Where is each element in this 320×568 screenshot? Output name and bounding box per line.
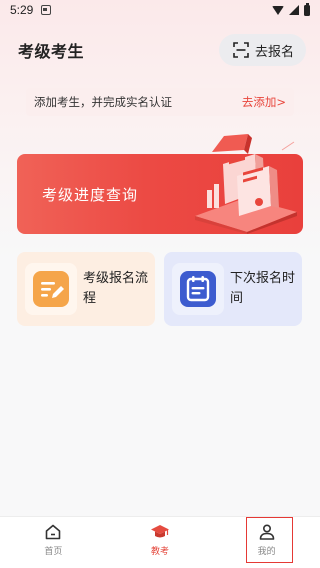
battery-icon — [304, 2, 310, 16]
calendar-icon — [180, 271, 216, 307]
register-button-label: 去报名 — [254, 44, 294, 60]
bottom-tab-bar: 首页 教考 我的 — [0, 516, 320, 568]
card-icon-container — [25, 263, 77, 315]
graduation-cap-icon — [151, 525, 169, 538]
notification-icon — [41, 5, 52, 15]
signal-icon — [289, 5, 299, 15]
header: 考级考生 去报名 — [0, 32, 320, 68]
wifi-icon — [272, 5, 284, 15]
register-button[interactable]: 去报名 — [218, 34, 306, 66]
status-bar: 5:29 — [0, 0, 320, 20]
tab-label: 首页 — [44, 547, 63, 557]
status-icons — [272, 2, 310, 16]
card-next-registration-time[interactable]: 下次报名时间 — [164, 252, 302, 326]
card-label: 下次报名时间 — [230, 271, 296, 306]
scan-icon — [233, 42, 249, 58]
tab-teach-exam[interactable]: 教考 — [107, 517, 214, 568]
page-title: 考级考生 — [18, 44, 85, 61]
add-examinee-link[interactable]: 去添加> — [242, 94, 286, 110]
tab-mine[interactable]: 我的 — [213, 517, 320, 568]
add-examinee-text: 添加考生，并完成实名认证 — [34, 95, 172, 109]
tab-home[interactable]: 首页 — [0, 517, 107, 568]
user-icon — [259, 524, 274, 540]
home-icon — [46, 524, 61, 540]
report-building-illustration — [195, 154, 297, 234]
banner-title: 考级进度查询 — [42, 187, 139, 204]
card-exam-registration-process[interactable]: 考级报名流程 — [17, 252, 155, 326]
card-icon-container — [172, 263, 224, 315]
edit-document-icon — [33, 271, 69, 307]
tab-label: 教考 — [151, 547, 170, 557]
add-examinee-notice: 添加考生，并完成实名认证 去添加> — [26, 88, 294, 116]
tab-label: 我的 — [257, 547, 276, 557]
progress-query-banner[interactable]: 考级进度查询 — [17, 154, 303, 234]
card-label: 考级报名流程 — [83, 271, 149, 306]
status-time: 5:29 — [10, 3, 34, 17]
